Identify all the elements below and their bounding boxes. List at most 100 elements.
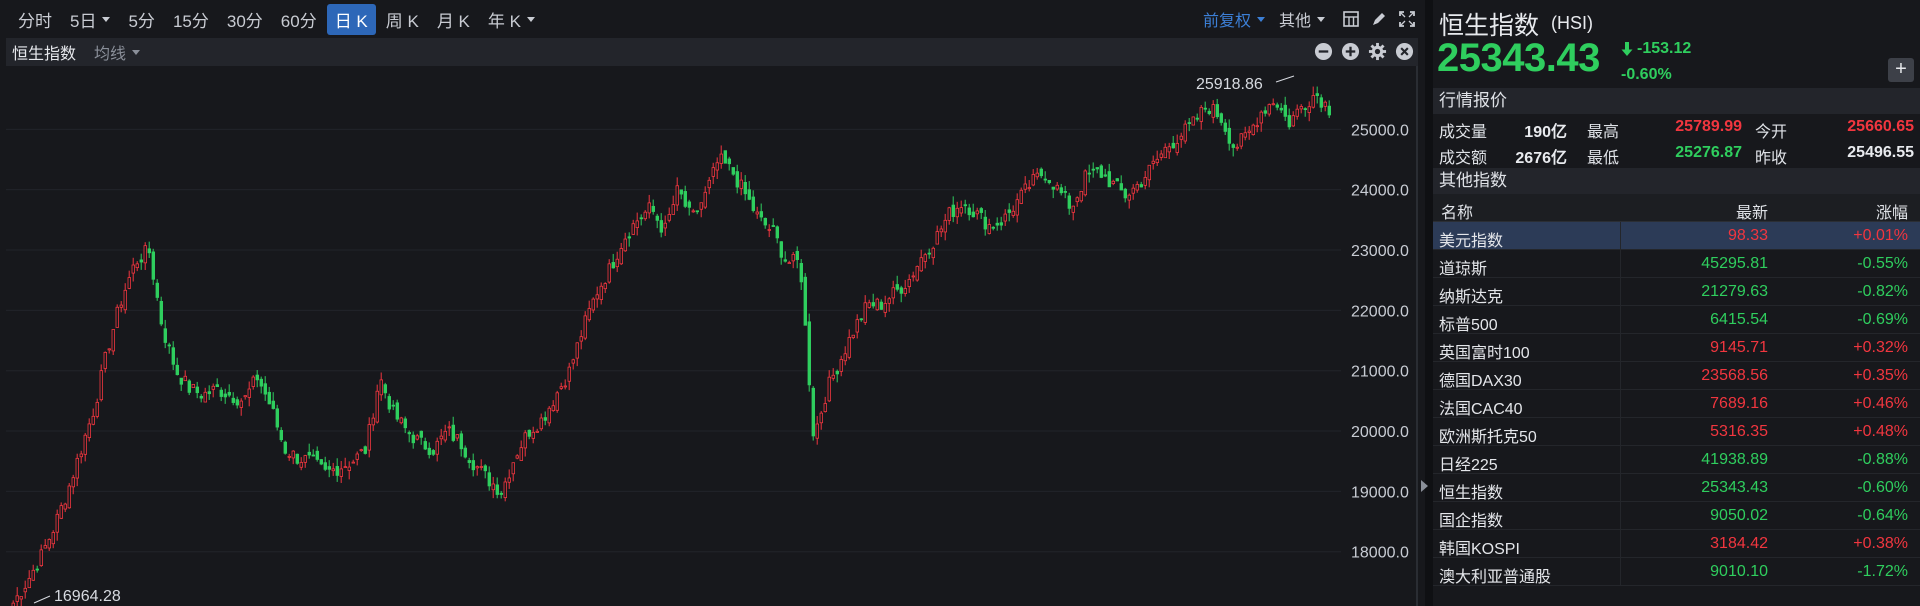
index-change-cell: +0.32%: [1853, 339, 1908, 356]
candle-body: [23, 587, 27, 593]
candle-body: [1023, 183, 1027, 190]
candle-body: [791, 253, 795, 262]
draw-pen-icon[interactable]: [1369, 9, 1389, 29]
index-latest-cell: 3184.42: [1710, 535, 1768, 552]
table-row[interactable]: 国企指数 9050.02 -0.64%: [1433, 502, 1920, 530]
period-tab-4[interactable]: 30分: [219, 4, 271, 35]
period-tab-label: 年 K: [487, 11, 521, 31]
candle-body: [143, 245, 147, 264]
period-tab-6[interactable]: 日 K: [326, 3, 376, 35]
col-change-header[interactable]: 涨幅: [1876, 199, 1908, 223]
chart-subbar: 恒生指数 均线: [6, 38, 1418, 66]
collapse-panel-icon[interactable]: [1421, 480, 1428, 492]
amount-value: 2676亿: [1515, 150, 1567, 167]
candle-body: [587, 308, 591, 321]
col-name-header[interactable]: 名称: [1441, 199, 1473, 223]
annotation-arrow: [1275, 75, 1295, 83]
candle-body: [383, 384, 387, 394]
candle-body: [1071, 205, 1075, 213]
adjust-dropdown[interactable]: 前复权: [1203, 7, 1265, 31]
candle-body: [271, 400, 275, 409]
col-latest-header[interactable]: 最新: [1736, 199, 1768, 223]
candle-body: [1103, 174, 1107, 177]
candle-body: [707, 179, 711, 189]
fullscreen-icon[interactable]: [1397, 9, 1417, 29]
chart-area: 分时 5日 5分 15分 30分 60分日 K 周 K 月 K 年 K 前复权 其他 恒生指数 …: [0, 0, 1425, 606]
period-tab-8[interactable]: 月 K: [429, 4, 478, 35]
candle-body: [1035, 172, 1039, 178]
volume-value: 190亿: [1524, 124, 1567, 141]
candlestick-plot[interactable]: 25000.0 24000.0 23000.0 22000.0 21000.0 20000…: [6, 66, 1418, 606]
candle-body: [579, 336, 583, 342]
period-tab-2[interactable]: 5分: [120, 4, 162, 35]
candle-body: [999, 222, 1003, 226]
zoom-out-icon[interactable]: [1314, 42, 1333, 61]
index-price: 25343.43: [1437, 36, 1600, 80]
period-tab-9[interactable]: 年 K: [480, 4, 543, 35]
settings-gear-icon[interactable]: [1368, 42, 1387, 61]
table-row[interactable]: 欧洲斯托克50 5316.35 +0.48%: [1433, 418, 1920, 446]
period-tab-5[interactable]: 60分: [273, 4, 325, 35]
candle-body: [903, 288, 907, 295]
candlestick-chart: 25000.0 24000.0 23000.0 22000.0 21000.0 20000…: [6, 75, 1409, 606]
candle-body: [1175, 143, 1179, 153]
table-row[interactable]: 德国DAX30 23568.56 +0.35%: [1433, 362, 1920, 390]
table-row[interactable]: 韩国KOSPI 3184.42 +0.38%: [1433, 530, 1920, 558]
table-row[interactable]: 英国富时100 9145.71 +0.32%: [1433, 334, 1920, 362]
grid-layout-icon[interactable]: [1341, 9, 1361, 29]
table-row[interactable]: 澳大利亚普通股 9010.10 -1.72%: [1433, 558, 1920, 586]
candle-body: [51, 532, 55, 545]
quote-panel: 恒生指数 (HSI) 25343.43 -153.12 -0.60% + 行情报…: [1433, 0, 1920, 606]
add-watchlist-button[interactable]: +: [1888, 58, 1914, 82]
table-row[interactable]: 道琼斯 45295.81 -0.55%: [1433, 250, 1920, 278]
candle-body: [243, 395, 247, 398]
candle-body: [1151, 160, 1155, 164]
table-row[interactable]: 法国CAC40 7689.16 +0.46%: [1433, 390, 1920, 418]
candle-body: [455, 434, 459, 439]
index-name-cell: 国企指数: [1439, 513, 1504, 530]
candle-body: [447, 426, 451, 429]
period-tab-7[interactable]: 周 K: [378, 4, 427, 35]
arrow-down-icon: [1621, 42, 1633, 56]
index-change-cell: -0.64%: [1857, 507, 1908, 524]
candle-body: [935, 231, 939, 245]
candle-body: [571, 359, 575, 364]
period-tab-3[interactable]: 15分: [165, 4, 217, 35]
column-separator: [1620, 278, 1621, 305]
period-tab-1[interactable]: 5日: [62, 4, 118, 35]
ma-label: 均线: [94, 46, 127, 63]
candle-body: [27, 578, 31, 589]
candle-body: [411, 434, 415, 444]
candle-body: [603, 283, 607, 290]
candle-body: [735, 171, 739, 188]
close-icon[interactable]: [1395, 42, 1414, 61]
table-row[interactable]: 美元指数 98.33 +0.01%: [1433, 222, 1920, 250]
candle-body: [379, 379, 383, 396]
candle-body: [1283, 104, 1287, 117]
table-row[interactable]: 日经225 41938.89 -0.88%: [1433, 446, 1920, 474]
candle-body: [835, 370, 839, 375]
table-row[interactable]: 恒生指数 25343.43 -0.60%: [1433, 474, 1920, 502]
candle-body: [283, 441, 287, 454]
candle-body: [1171, 142, 1175, 149]
table-row[interactable]: 标普500 6415.54 -0.69%: [1433, 306, 1920, 334]
candle-body: [643, 211, 647, 220]
ma-dropdown[interactable]: 均线: [94, 40, 141, 64]
candle-body: [103, 351, 107, 369]
candle-body: [867, 302, 871, 308]
other-dropdown[interactable]: 其他: [1279, 7, 1325, 31]
candle-body: [647, 202, 651, 214]
amount-label: 成交额: [1439, 150, 1488, 167]
candle-body: [899, 287, 903, 294]
index-change-cell: -0.60%: [1857, 479, 1908, 496]
candle-body: [1259, 111, 1263, 124]
chevron-down-icon: [102, 16, 111, 22]
candle-body: [499, 492, 503, 495]
candle-body: [607, 263, 611, 283]
panel-divider[interactable]: [1425, 0, 1433, 606]
other-label: 其他: [1278, 13, 1311, 30]
index-latest-cell: 9010.10: [1710, 563, 1768, 580]
period-tab-0[interactable]: 分时: [10, 4, 60, 35]
table-row[interactable]: 纳斯达克 21279.63 -0.82%: [1433, 278, 1920, 306]
zoom-in-icon[interactable]: [1341, 42, 1360, 61]
